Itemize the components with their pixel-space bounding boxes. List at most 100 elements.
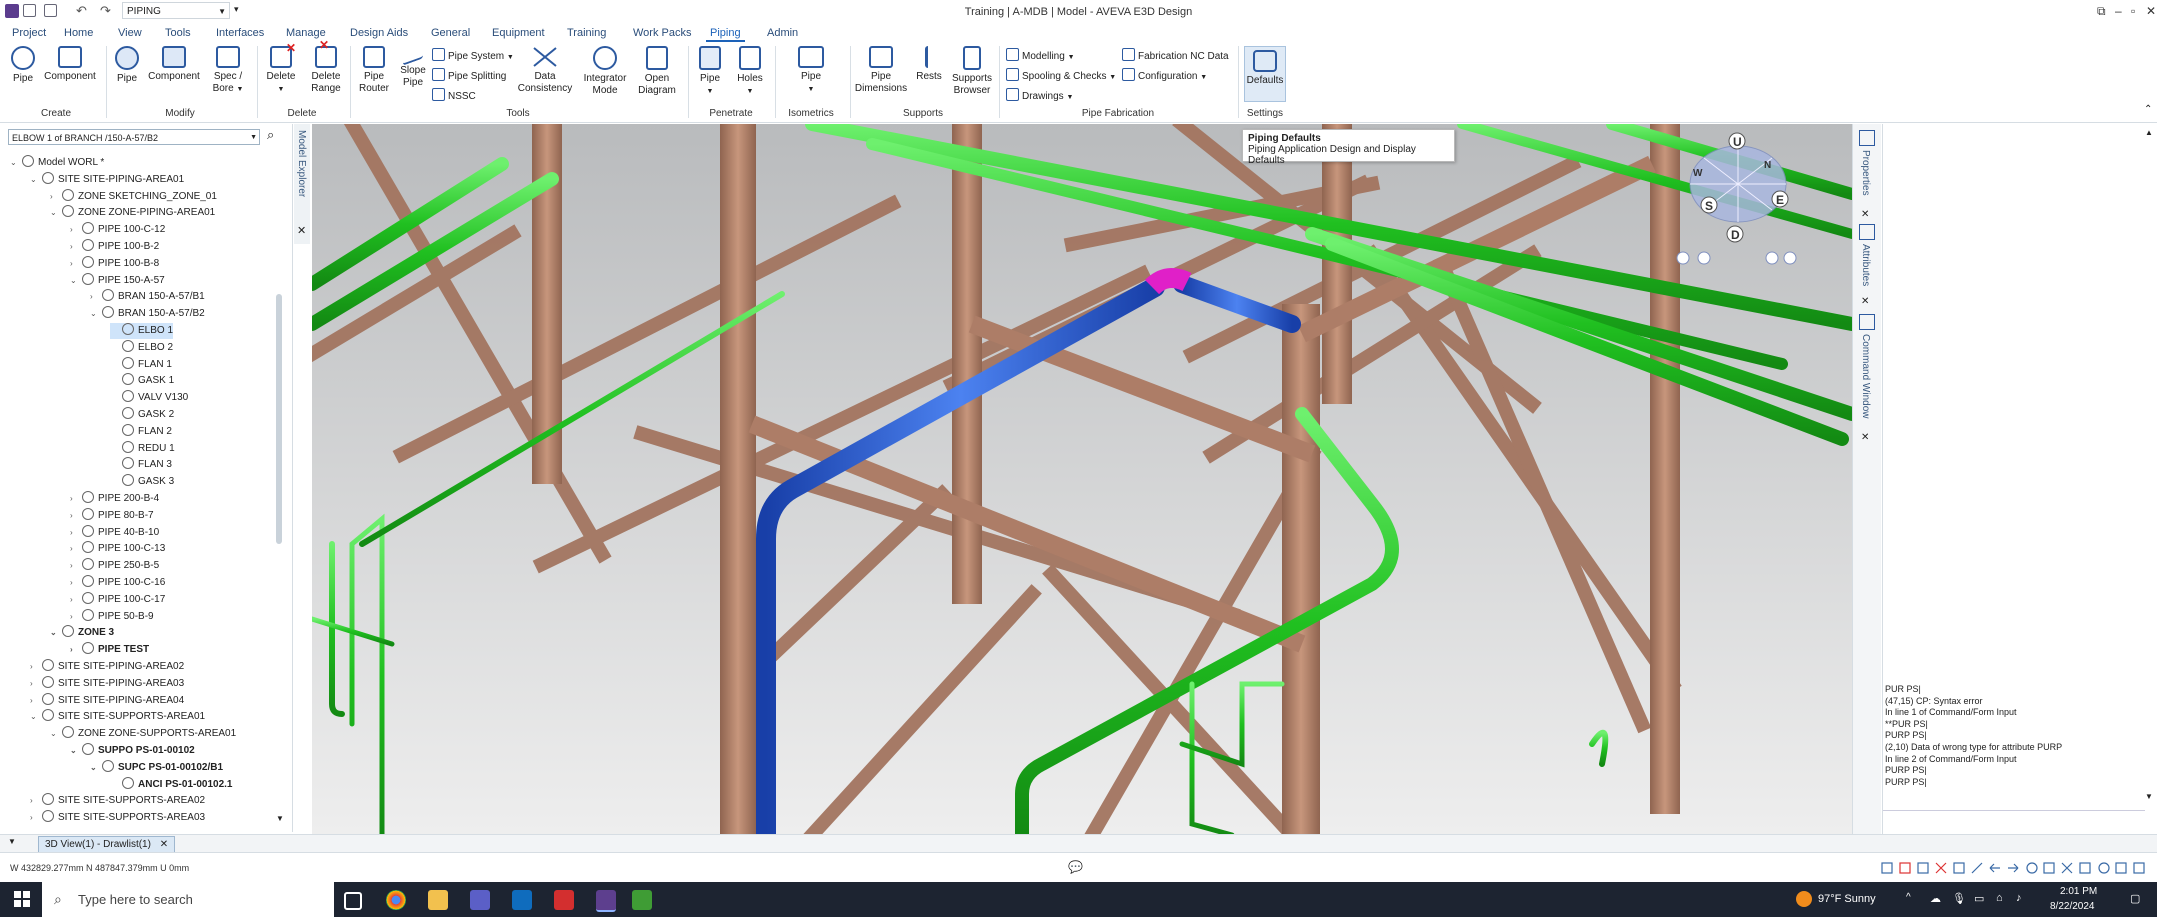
expand-icon[interactable]: › [70,558,82,574]
command-window-tab[interactable]: Command Window [1860,334,1871,418]
expand-icon[interactable]: › [70,256,82,272]
tree-node[interactable]: › PIPE 100-C-16 [70,575,165,591]
tab-interfaces[interactable]: Interfaces [212,26,268,40]
microphone-icon[interactable]: 🎙 [1952,892,1966,905]
fabrication-nc-data-button[interactable]: Fabrication NC Data [1122,48,1229,62]
tab-general[interactable]: General [427,26,474,40]
tree-node[interactable]: FLAN 1 [110,356,172,373]
network-icon[interactable]: ⌂ [1996,892,2003,904]
tree-node[interactable]: › SITE SITE-PIPING-AREA03 [30,675,184,692]
battery-icon[interactable]: ▭ [1974,892,1984,905]
tree-node[interactable]: › SITE SITE-SUPPORTS-AREA03 [30,810,205,826]
collapse-icon[interactable]: ⌄ [50,625,62,641]
3d-model-canvas[interactable]: U D S E W N [312,124,1852,835]
pipe-router-button[interactable]: Pipe Router [356,46,392,95]
current-element-combo[interactable]: ELBOW 1 of BRANCH /150-A-57/B2 ▼ [8,129,260,145]
holes-button[interactable]: Holes ▼ [734,46,766,98]
expand-icon[interactable]: › [70,541,82,557]
tree-node[interactable]: › PIPE 80-B-7 [70,507,154,524]
expand-icon[interactable]: › [70,525,82,541]
create-component-button[interactable]: Component [42,46,98,83]
isometric-pipe-button[interactable]: Pipe ▼ [795,46,827,96]
command-input[interactable] [1883,810,2145,823]
acrobat-icon[interactable] [554,890,574,910]
expand-icon[interactable]: › [70,592,82,608]
collapse-ribbon-icon[interactable]: ⌃ [2144,104,2152,115]
tree-node[interactable]: › PIPE 100-B-2 [70,239,159,255]
tree-node[interactable]: › ZONE SKETCHING_ZONE_01 [50,188,217,205]
tree-node[interactable]: › PIPE TEST [70,642,149,658]
tree-node[interactable]: REDU 1 [110,440,175,457]
tree-node[interactable]: › BRAN 150-A-57/B1 [90,289,205,305]
weather-text[interactable]: 97°F Sunny [1818,893,1876,905]
clock-date[interactable]: 8/22/2024 [2050,901,2095,912]
scroll-up-icon[interactable]: ▲ [2145,128,2153,137]
taskbar-search[interactable]: ⌕ Type here to search [42,882,334,917]
defaults-button[interactable]: Defaults [1244,46,1286,102]
expand-icon[interactable]: › [70,508,82,524]
expand-icon[interactable]: › [50,189,62,205]
tree-node[interactable]: FLAN 3 [110,457,172,473]
configuration-button[interactable]: Configuration ▼ [1122,68,1207,82]
notepad-icon[interactable] [632,890,652,910]
data-consistency-button[interactable]: Data Consistency [514,46,576,95]
clock-time[interactable]: 2:01 PM [2060,886,2097,897]
expand-icon[interactable]: › [70,575,82,591]
tree-node[interactable]: ⌄ BRAN 150-A-57/B2 [90,306,205,322]
tree-node[interactable]: ANCI PS-01-00102.1 [110,776,233,793]
tab-admin[interactable]: Admin [763,26,802,40]
collapse-icon[interactable]: ⌄ [90,306,102,322]
properties-icon[interactable] [1859,130,1875,146]
restore-ribbon-icon[interactable]: ⧉ [2097,4,2106,19]
tabs-dropdown-icon[interactable]: ▼ [8,837,16,846]
outlook-icon[interactable] [512,890,532,910]
pipe-system-button[interactable]: Pipe System ▼ [432,48,514,62]
view-toolbar-icons[interactable] [1880,861,2150,875]
expand-icon[interactable]: › [90,289,102,305]
close-button[interactable]: ✕ [2146,4,2156,18]
modify-component-button[interactable]: Component [146,46,202,83]
rests-button[interactable]: Rests [914,46,944,83]
expand-icon[interactable]: › [30,693,42,709]
task-view-icon[interactable] [344,892,362,910]
tab-project[interactable]: Project [8,26,50,40]
scroll-down-icon[interactable]: ▼ [2145,792,2153,801]
tree-node[interactable]: GASK 1 [110,373,174,389]
close-icon[interactable]: ✕ [297,224,306,237]
tree-node[interactable]: › PIPE 40-B-10 [70,524,159,541]
tree-node[interactable]: FLAN 2 [110,423,172,440]
delete-button[interactable]: ✕ Delete ▼ [264,42,298,96]
minimize-button[interactable]: – [2115,4,2122,18]
aveva-e3d-icon[interactable] [596,890,616,912]
close-icon[interactable]: ✕ [160,839,168,850]
tree-node[interactable]: › PIPE 50-B-9 [70,608,154,625]
tree-node[interactable]: GASK 3 [110,474,174,490]
properties-tab[interactable]: Properties [1860,150,1871,196]
tree-node[interactable]: ⌄ PIPE 150-A-57 [70,272,165,289]
expand-icon[interactable]: › [70,491,82,507]
close-icon[interactable]: ✕ [1861,209,1869,220]
collapse-icon[interactable]: ⌄ [70,273,82,289]
tree-scrollbar[interactable] [276,294,282,544]
weather-icon[interactable] [1796,891,1812,907]
model-explorer-tab[interactable]: Model Explorer [296,130,307,197]
modelling-button[interactable]: Modelling ▼ [1006,48,1075,62]
drawings-button[interactable]: Drawings ▼ [1006,88,1073,102]
tab-view[interactable]: View [114,26,146,40]
tab-piping[interactable]: Piping [706,26,745,42]
close-icon[interactable]: ✕ [1861,296,1869,307]
selected-elbow[interactable] [1144,268,1192,295]
modify-pipe-button[interactable]: Pipe [112,46,142,85]
volume-icon[interactable]: ♪ [2016,892,2022,904]
tree-node[interactable]: ⌄ SITE SITE-SUPPORTS-AREA01 [30,709,205,725]
tree-node[interactable]: › PIPE 200-B-4 [70,491,159,507]
scroll-down-icon[interactable]: ▼ [276,814,284,823]
tree-node[interactable]: ⌄ SUPC PS-01-00102/B1 [90,759,223,776]
tree-node[interactable]: › PIPE 250-B-5 [70,558,159,574]
tree-node[interactable]: ELBO 2 [110,339,173,356]
attributes-tab[interactable]: Attributes [1860,244,1871,286]
tab-tools[interactable]: Tools [161,26,195,40]
notifications-icon[interactable]: ▢ [2130,892,2140,905]
tree-node[interactable]: ⌄ ZONE ZONE-PIPING-AREA01 [50,205,215,221]
tab-work-packs[interactable]: Work Packs [629,26,695,40]
